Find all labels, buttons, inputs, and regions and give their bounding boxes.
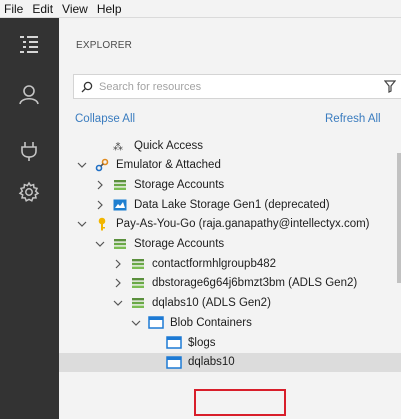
tree-item-label: Blob Containers: [170, 316, 252, 329]
quick-access-icon: ⁂: [112, 139, 128, 153]
panel-title: EXPLORER: [76, 40, 133, 51]
tree-row[interactable]: Data Lake Storage Gen1 (deprecated): [59, 195, 401, 214]
container-icon: [166, 355, 182, 369]
search-icon: [81, 80, 95, 94]
container-icon: [166, 336, 182, 350]
tree-item-label: Storage Accounts: [134, 238, 225, 250]
storage-icon: [130, 276, 146, 290]
tree-item-label: contactformhlgroupb482: [152, 257, 277, 270]
chevron-down-icon[interactable]: [112, 297, 124, 309]
chevron-down-icon[interactable]: [94, 238, 106, 250]
tree-row[interactable]: contactformhlgroupb482: [59, 254, 401, 273]
menu-file[interactable]: File: [0, 0, 28, 18]
chevron-down-icon[interactable]: [76, 159, 88, 171]
account-icon[interactable]: [13, 78, 45, 110]
container-icon: [148, 316, 164, 330]
chevron-right-icon[interactable]: [112, 277, 124, 289]
tree-item-label: Data Lake Storage Gen1 (deprecated): [134, 198, 330, 211]
tree-item-label: dbstorage6g64j6bmzt3bm (ADLS Gen2): [152, 277, 358, 290]
storage-icon: [130, 257, 146, 271]
collapse-all-link[interactable]: Collapse All: [75, 113, 135, 125]
chevron-down-icon[interactable]: [130, 317, 142, 329]
tree-item-label: Storage Accounts: [134, 178, 225, 191]
menu-help[interactable]: Help: [93, 0, 127, 18]
chevron-right-icon[interactable]: [112, 258, 124, 270]
refresh-all-link[interactable]: Refresh All: [325, 113, 381, 125]
tree-row[interactable]: dqlabs10 (ADLS Gen2): [59, 294, 401, 313]
tree-row[interactable]: Storage Accounts: [59, 175, 401, 194]
search-box: [73, 74, 401, 99]
tree-item-label: dqlabs10 (ADLS Gen2): [152, 297, 271, 310]
plug-icon[interactable]: [13, 135, 45, 167]
chevron-right-icon[interactable]: [94, 199, 106, 211]
tree-item-label: Quick Access: [134, 139, 204, 152]
tree-row[interactable]: ⁂ Quick Access: [59, 136, 401, 155]
chevron-down-icon[interactable]: [76, 218, 88, 230]
menu-edit[interactable]: Edit: [28, 0, 58, 18]
tree-item-label: dqlabs10: [188, 356, 235, 369]
tree-row[interactable]: Pay-As-You-Go (raja.ganapathy@intellecty…: [59, 215, 401, 234]
tree-row[interactable]: Emulator & Attached: [59, 156, 401, 175]
storage-icon: [130, 296, 146, 310]
scrollbar[interactable]: [397, 153, 401, 283]
tree-row[interactable]: Blob Containers: [59, 313, 401, 332]
tree-row[interactable]: dqlabs10: [59, 352, 401, 372]
datalake-icon: [112, 198, 128, 212]
tree-row[interactable]: Storage Accounts: [59, 235, 401, 254]
storage-icon: [112, 237, 128, 251]
chevron-right-icon[interactable]: [94, 179, 106, 191]
explorer-panel: EXPLORER Collapse All Refresh All ⁂ Quick…: [59, 18, 401, 419]
menu-bar: File Edit View Help: [0, 0, 401, 18]
activity-bar: [0, 18, 59, 419]
storage-icon: [112, 178, 128, 192]
filter-icon[interactable]: [383, 80, 397, 96]
menu-view[interactable]: View: [58, 0, 93, 18]
tree-item-label: Pay-As-You-Go (raja.ganapathy@intellecty…: [116, 218, 370, 231]
highlight-box: [194, 389, 286, 416]
key-icon: [94, 217, 110, 231]
tree-item-label: Emulator & Attached: [116, 159, 221, 172]
settings-icon[interactable]: [13, 176, 45, 208]
link-icon: [94, 158, 110, 172]
tree-row[interactable]: dbstorage6g64j6bmzt3bm (ADLS Gen2): [59, 274, 401, 293]
svg-text:⁂: ⁂: [113, 141, 123, 152]
tree-item-label: $logs: [188, 336, 216, 349]
search-input[interactable]: [99, 80, 369, 93]
explorer-icon[interactable]: [13, 28, 45, 60]
tree-row[interactable]: $logs: [59, 333, 401, 352]
